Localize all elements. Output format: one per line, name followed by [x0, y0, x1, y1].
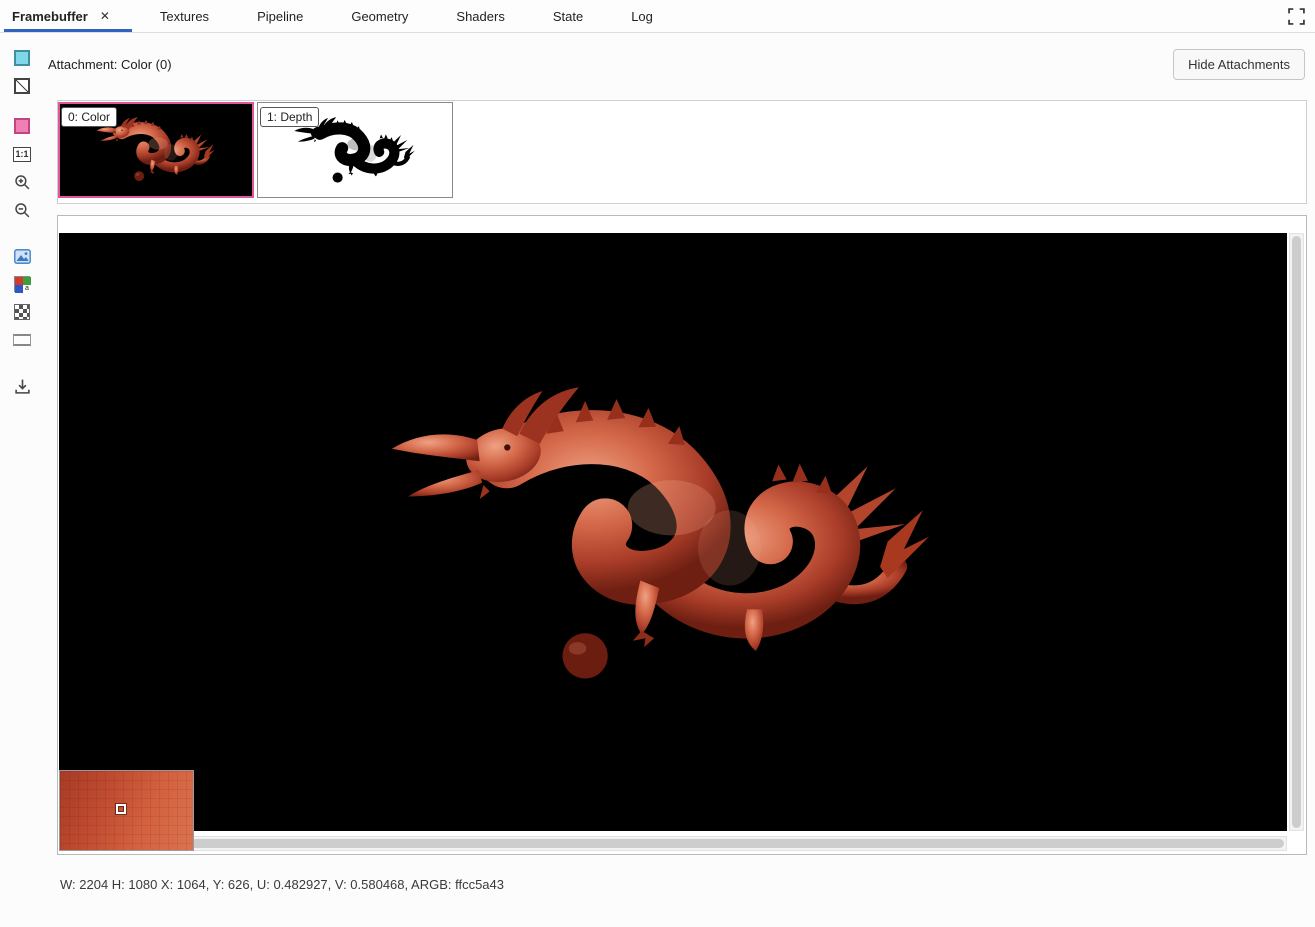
- tabbar-spacer: [677, 0, 1286, 32]
- tab-framebuffer[interactable]: Framebuffer ✕: [0, 0, 136, 32]
- status-bar: W: 2204 H: 1080 X: 1064, Y: 626, U: 0.48…: [0, 869, 1315, 899]
- picked-pixel-marker: [116, 804, 126, 814]
- checkerboard-background-button[interactable]: [10, 300, 34, 324]
- tab-label: Textures: [160, 9, 209, 24]
- save-download-icon: [14, 378, 31, 395]
- left-toolbar: 1:1 a: [0, 34, 44, 927]
- pixel-status-text: W: 2204 H: 1080 X: 1064, Y: 626, U: 0.48…: [60, 877, 504, 892]
- alpha-swatch-icon: [14, 78, 30, 94]
- one-to-one-icon: 1:1: [13, 147, 31, 162]
- attachment-title: Attachment: Color (0): [48, 57, 172, 72]
- color-swatch-icon: [14, 50, 30, 66]
- tab-close-icon[interactable]: ✕: [98, 9, 112, 23]
- attachment-header-row: Attachment: Color (0) Hide Attachments: [48, 46, 1305, 82]
- wrap-borders-button[interactable]: [10, 328, 34, 352]
- rendered-dragon-model: [378, 347, 943, 724]
- save-image-button[interactable]: [10, 374, 34, 398]
- horizontal-scrollbar-thumb[interactable]: [62, 839, 1284, 848]
- tab-label: Shaders: [456, 9, 504, 24]
- tab-shaders[interactable]: Shaders: [432, 0, 528, 32]
- attachment-thumb-depth[interactable]: 1: Depth: [257, 102, 453, 198]
- borders-icon: [13, 334, 31, 346]
- pixel-zoom-inset: [59, 770, 194, 851]
- attachments-strip: 0: Color 1: Depth: [57, 100, 1307, 204]
- color-channel-swatch-button[interactable]: [10, 46, 34, 70]
- horizontal-scrollbar[interactable]: [59, 836, 1287, 851]
- attachment-thumb-color[interactable]: 0: Color: [58, 102, 254, 198]
- vertical-scrollbar[interactable]: [1289, 233, 1304, 831]
- highlight-swatch-icon: [14, 118, 30, 134]
- checkerboard-icon: [14, 304, 30, 320]
- tab-label: State: [553, 9, 583, 24]
- vertical-scrollbar-thumb[interactable]: [1292, 236, 1301, 828]
- framebuffer-viewer: [57, 215, 1307, 855]
- image-icon: [14, 249, 31, 264]
- tab-log[interactable]: Log: [607, 0, 677, 32]
- zoom-out-icon: [14, 202, 31, 219]
- tab-textures[interactable]: Textures: [136, 0, 233, 32]
- zoom-out-button[interactable]: [10, 198, 34, 222]
- attachment-label: 0: Color: [61, 107, 117, 127]
- fullscreen-icon[interactable]: [1286, 6, 1307, 27]
- tab-label: Log: [631, 9, 653, 24]
- attachment-label: 1: Depth: [260, 107, 319, 127]
- app-window: Framebuffer ✕ Textures Pipeline Geometry…: [0, 0, 1315, 927]
- tab-pipeline[interactable]: Pipeline: [233, 0, 327, 32]
- highlight-color-swatch-button[interactable]: [10, 114, 34, 138]
- zoom-in-button[interactable]: [10, 170, 34, 194]
- tab-label: Geometry: [351, 9, 408, 24]
- tab-geometry[interactable]: Geometry: [327, 0, 432, 32]
- render-canvas[interactable]: [59, 233, 1287, 831]
- tab-state[interactable]: State: [529, 0, 607, 32]
- rgba-channels-icon: a: [14, 276, 30, 292]
- tab-bar: Framebuffer ✕ Textures Pipeline Geometry…: [0, 0, 1315, 33]
- rgba-channels-button[interactable]: a: [10, 272, 34, 296]
- zoom-in-icon: [14, 174, 31, 191]
- zoom-one-to-one-button[interactable]: 1:1: [10, 142, 34, 166]
- image-overlay-button[interactable]: [10, 244, 34, 268]
- tab-label: Framebuffer: [12, 9, 88, 24]
- tab-label: Pipeline: [257, 9, 303, 24]
- hide-attachments-button[interactable]: Hide Attachments: [1173, 49, 1305, 80]
- alpha-channel-swatch-button[interactable]: [10, 74, 34, 98]
